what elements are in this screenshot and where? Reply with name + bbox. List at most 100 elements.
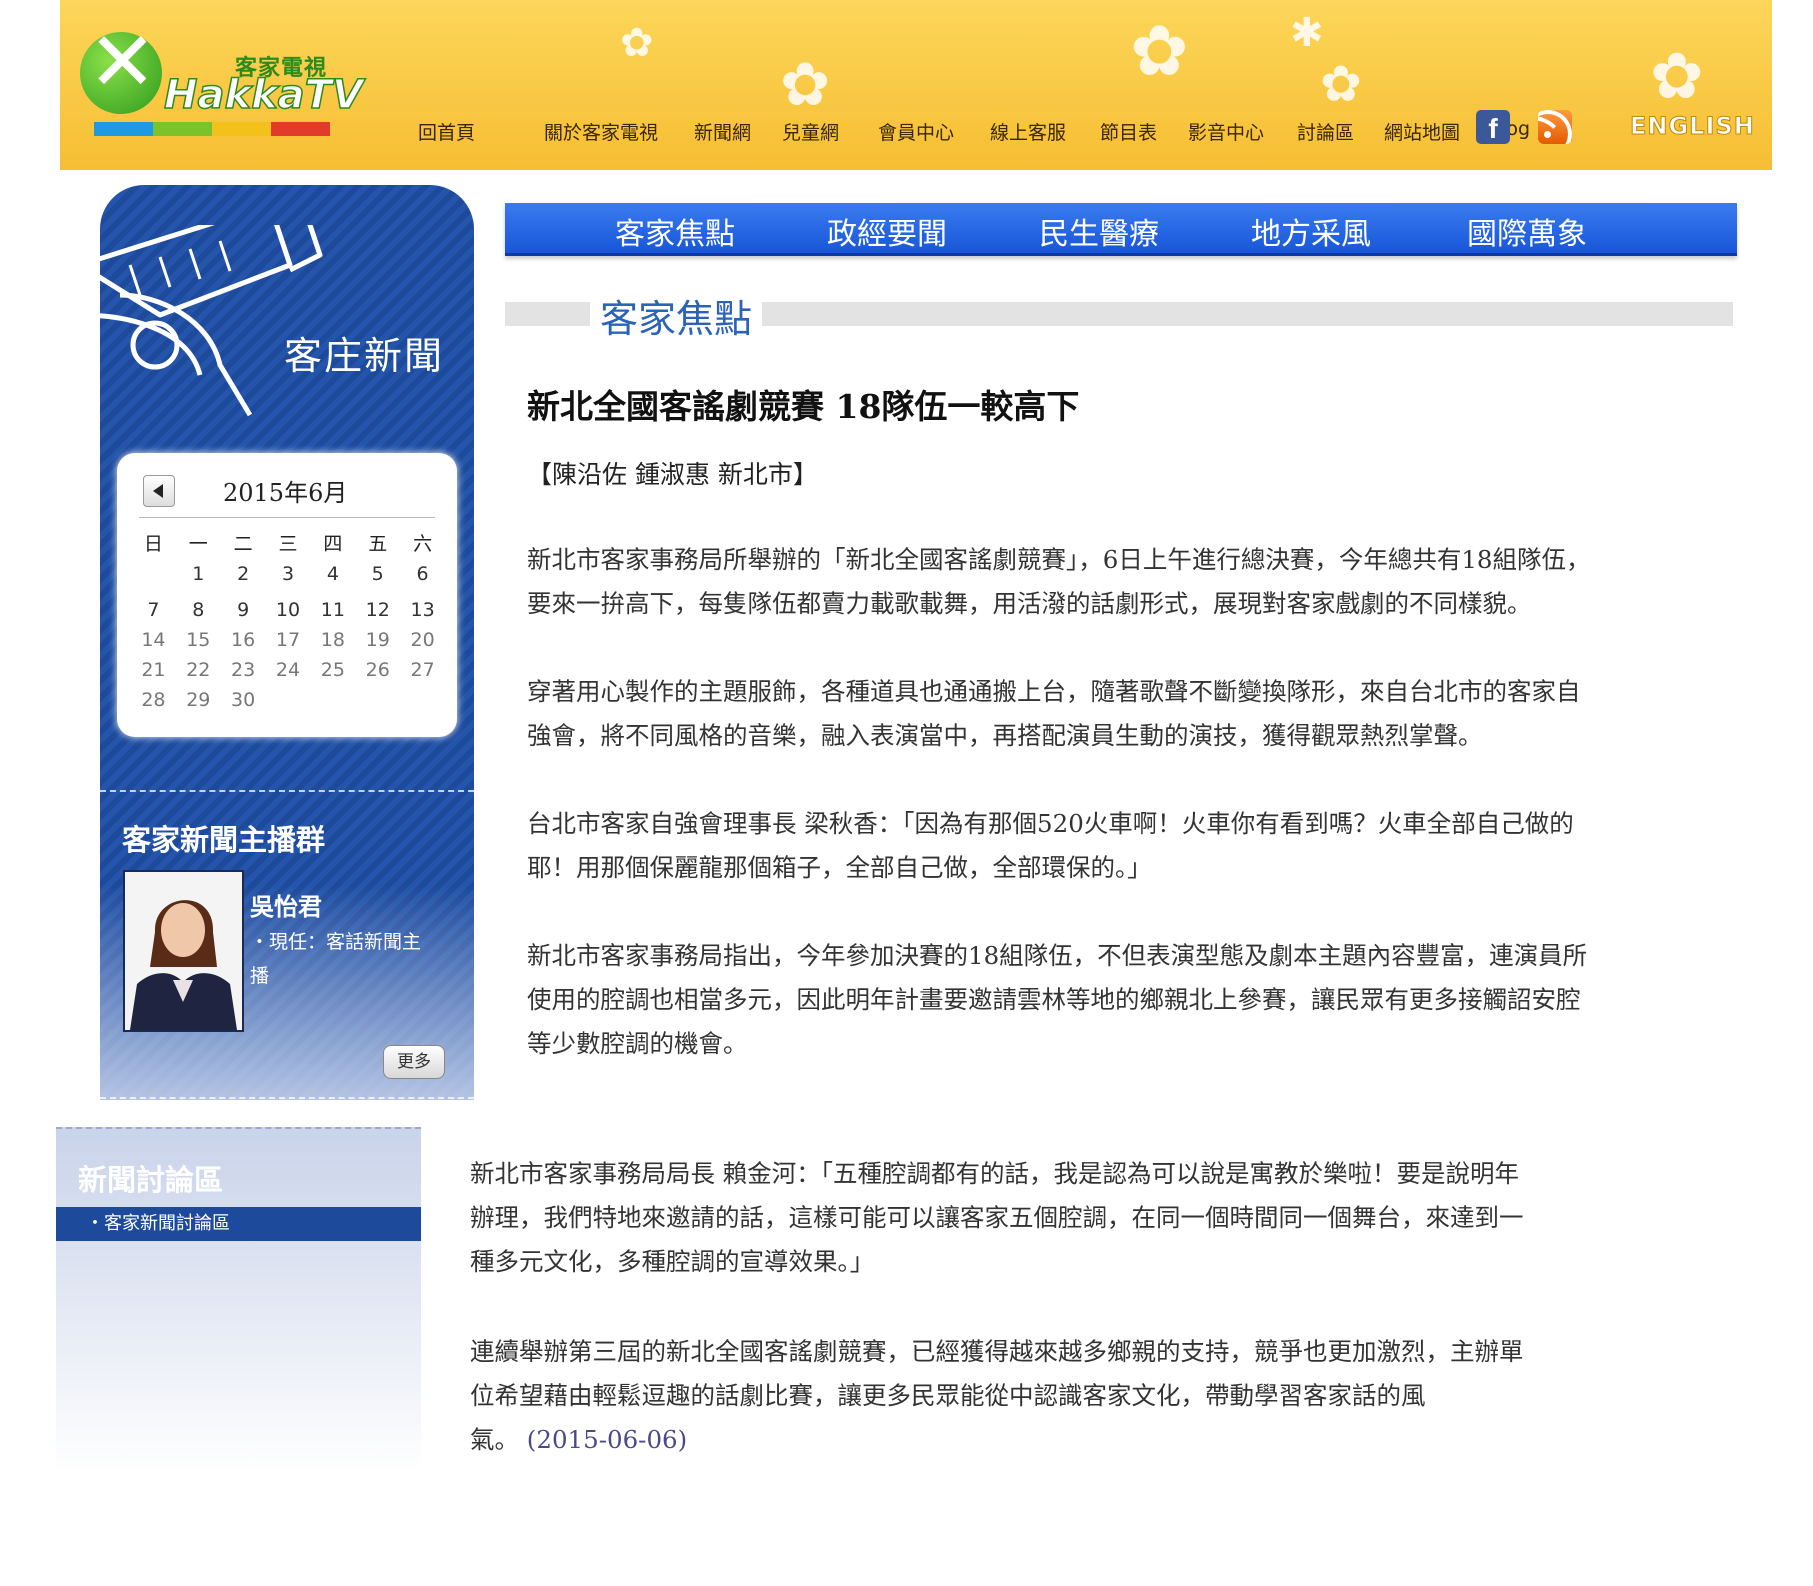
hakkatv-logo[interactable]: ✕ 客家電視 HakkaTV	[80, 22, 364, 128]
logo-color-bar	[94, 122, 330, 136]
nav-members[interactable]: 會員中心	[878, 118, 954, 145]
nav-sitemap[interactable]: 網站地圖	[1384, 118, 1460, 145]
flower-decoration-icon: ✿	[780, 50, 831, 120]
flower-decoration-icon: ✿	[1130, 10, 1189, 92]
weekday-label: 五	[368, 533, 388, 555]
calendar-day[interactable]: 21	[131, 655, 176, 685]
nav-news[interactable]: 新聞網	[694, 118, 751, 145]
article-paragraph: 新北市客家事務局指出，今年參加決賽的18組隊伍，不但表演型態及劇本主題內容豐富，…	[527, 934, 1587, 1066]
anchor-role-line: 播	[250, 965, 270, 987]
paragraph-line: 位希望藉由輕鬆逗趣的話劇比賽，讓更多民眾能從中認識客家文化，帶動學習客家話的風	[470, 1381, 1426, 1410]
calendar-day[interactable]: 23	[221, 655, 266, 685]
tab-local[interactable]: 地方采風	[1251, 209, 1371, 253]
divider	[100, 1097, 474, 1099]
nav-home[interactable]: 回首頁	[418, 118, 475, 145]
calendar-week-row: 7 8 9 10 11 12 13	[131, 595, 445, 625]
nav-forum[interactable]: 討論區	[1297, 118, 1354, 145]
article-date: (2015-06-06)	[526, 1425, 688, 1454]
article-paragraph: 穿著用心製作的主題服飾，各種道具也通通搬上台，隨著歌聲不斷變換隊形，來自台北市的…	[527, 670, 1581, 758]
divider	[100, 790, 474, 792]
calendar-day[interactable]: 19	[355, 625, 400, 655]
calendar-day[interactable]: 1	[176, 559, 221, 589]
calendar-grid: 日 一 二 三 四 五 六 1 2 3 4 5 6 7 8 9 10 11 12…	[131, 529, 445, 715]
discussion-link-label: ・客家新聞討論區	[86, 1213, 230, 1234]
calendar-day	[400, 685, 445, 715]
tab-livelihood[interactable]: 民生醫療	[1039, 209, 1159, 253]
anchor-role-line: ・現任：客話新聞主	[250, 931, 422, 953]
nav-support[interactable]: 線上客服	[990, 118, 1066, 145]
flower-decoration-icon: ✱	[1290, 10, 1324, 56]
weekday-label: 一	[188, 533, 208, 555]
tab-hakka-focus[interactable]: 客家焦點	[615, 209, 735, 253]
calendar-day[interactable]: 12	[355, 595, 400, 625]
calendar-day[interactable]: 15	[176, 625, 221, 655]
calendar-day[interactable]: 26	[355, 655, 400, 685]
discussion-title: 新聞討論區	[78, 1163, 224, 1197]
calendar-week-row: 1 2 3 4 5 6	[131, 559, 445, 589]
anchor-name[interactable]: 吳怡君	[250, 887, 322, 922]
site-header: ✿ ✿ ✿ ✱ ✿ ✿ ✕ 客家電視 HakkaTV 回首頁 關於客家電視 新聞…	[60, 0, 1772, 170]
calendar-day[interactable]: 20	[400, 625, 445, 655]
discussion-panel: 新聞討論區 ・客家新聞討論區	[56, 1127, 421, 1472]
divider	[56, 1127, 421, 1129]
calendar-day[interactable]: 8	[176, 595, 221, 625]
calendar-day[interactable]: 16	[221, 625, 266, 655]
calendar-day[interactable]: 13	[400, 595, 445, 625]
calendar-prev-button[interactable]	[143, 475, 175, 507]
facebook-icon[interactable]: f	[1476, 110, 1510, 144]
calendar-day[interactable]: 5	[355, 559, 400, 589]
paragraph-line: 種多元文化，多種腔調的宣導效果。」	[470, 1247, 875, 1276]
calendar-day[interactable]: 3	[266, 559, 311, 589]
paragraph-line: 新北市客家事務局局長 賴金河：「五種腔調都有的話，我是認為可以說是寓教於樂啦！要…	[470, 1159, 1520, 1188]
calendar-day[interactable]: 7	[131, 595, 176, 625]
calendar-day[interactable]: 17	[266, 625, 311, 655]
more-anchors-button[interactable]: 更多	[383, 1045, 445, 1079]
nav-schedule[interactable]: 節目表	[1100, 118, 1157, 145]
calendar-day[interactable]: 14	[131, 625, 176, 655]
calendar-week-row: 14 15 16 17 18 19 20	[131, 625, 445, 655]
calendar-day[interactable]: 9	[221, 595, 266, 625]
category-bar: 客家焦點 政經要聞 民生醫療 地方采風 國際萬象	[505, 203, 1737, 256]
nav-video[interactable]: 影音中心	[1188, 118, 1264, 145]
calendar-week-row: 28 29 30	[131, 685, 445, 715]
logo-english-text: HakkaTV	[163, 71, 363, 119]
paragraph-line: 穿著用心製作的主題服飾，各種道具也通通搬上台，隨著歌聲不斷變換隊形，來自台北市的…	[527, 677, 1581, 706]
tab-politics[interactable]: 政經要聞	[827, 209, 947, 253]
calendar-day[interactable]: 2	[221, 559, 266, 589]
calendar-week-row: 21 22 23 24 25 26 27	[131, 655, 445, 685]
nav-kids[interactable]: 兒童網	[782, 118, 839, 145]
calendar-day[interactable]: 22	[176, 655, 221, 685]
anchor-portrait-icon	[125, 872, 242, 1030]
sidebar-title: 客庄新聞	[283, 334, 444, 378]
calendar-day[interactable]: 4	[310, 559, 355, 589]
weekday-label: 日	[143, 533, 163, 555]
article-paragraph: 台北市客家自強會理事長 梁秋香：「因為有那個520火車啊！火車你有看到嗎？火車全…	[527, 802, 1574, 890]
calendar-day	[131, 559, 176, 589]
rss-icon[interactable]	[1538, 110, 1572, 144]
paragraph-line: 連續舉辦第三屆的新北全國客謠劇競賽，已經獲得越來越多鄉親的支持，競爭也更加激烈，…	[470, 1337, 1524, 1366]
calendar-day[interactable]: 29	[176, 685, 221, 715]
tab-international[interactable]: 國際萬象	[1467, 209, 1587, 253]
calendar-day[interactable]: 24	[266, 655, 311, 685]
nav-about[interactable]: 關於客家電視	[544, 118, 658, 145]
weekday-label: 四	[323, 533, 343, 555]
calendar-widget: 2015年6月 日 一 二 三 四 五 六 1 2 3 4 5 6 7 8 9 …	[117, 453, 457, 737]
article-paragraph: 新北市客家事務局所舉辦的「新北全國客謠劇競賽」，6日上午進行總決賽，今年總共有1…	[527, 538, 1591, 626]
calendar-day[interactable]: 25	[310, 655, 355, 685]
english-link[interactable]: ENGLISH	[1630, 112, 1755, 141]
anchor-role: ・現任：客話新聞主 播	[250, 925, 440, 993]
calendar-day[interactable]: 11	[310, 595, 355, 625]
anchor-photo[interactable]	[123, 870, 244, 1032]
paragraph-line: 新北市客家事務局所舉辦的「新北全國客謠劇競賽」，6日上午進行總決賽，今年總共有1…	[527, 545, 1591, 574]
article-paragraph: 連續舉辦第三屆的新北全國客謠劇競賽，已經獲得越來越多鄉親的支持，競爭也更加激烈，…	[470, 1330, 1524, 1462]
discussion-link[interactable]: ・客家新聞討論區	[56, 1207, 421, 1241]
calendar-day[interactable]: 18	[310, 625, 355, 655]
calendar-day[interactable]: 6	[400, 559, 445, 589]
calendar-day[interactable]: 30	[221, 685, 266, 715]
section-title: 客家焦點	[590, 288, 763, 343]
calendar-day[interactable]: 28	[131, 685, 176, 715]
paragraph-line: 辦理，我們特地來邀請的話，這樣可能可以讓客家五個腔調，在同一個時間同一個舞台，來…	[470, 1203, 1524, 1232]
calendar-day[interactable]: 27	[400, 655, 445, 685]
paragraph-line: 使用的腔調也相當多元，因此明年計畫要邀請雲林等地的鄉親北上參賽，讓民眾有更多接觸…	[527, 985, 1581, 1014]
calendar-day[interactable]: 10	[266, 595, 311, 625]
